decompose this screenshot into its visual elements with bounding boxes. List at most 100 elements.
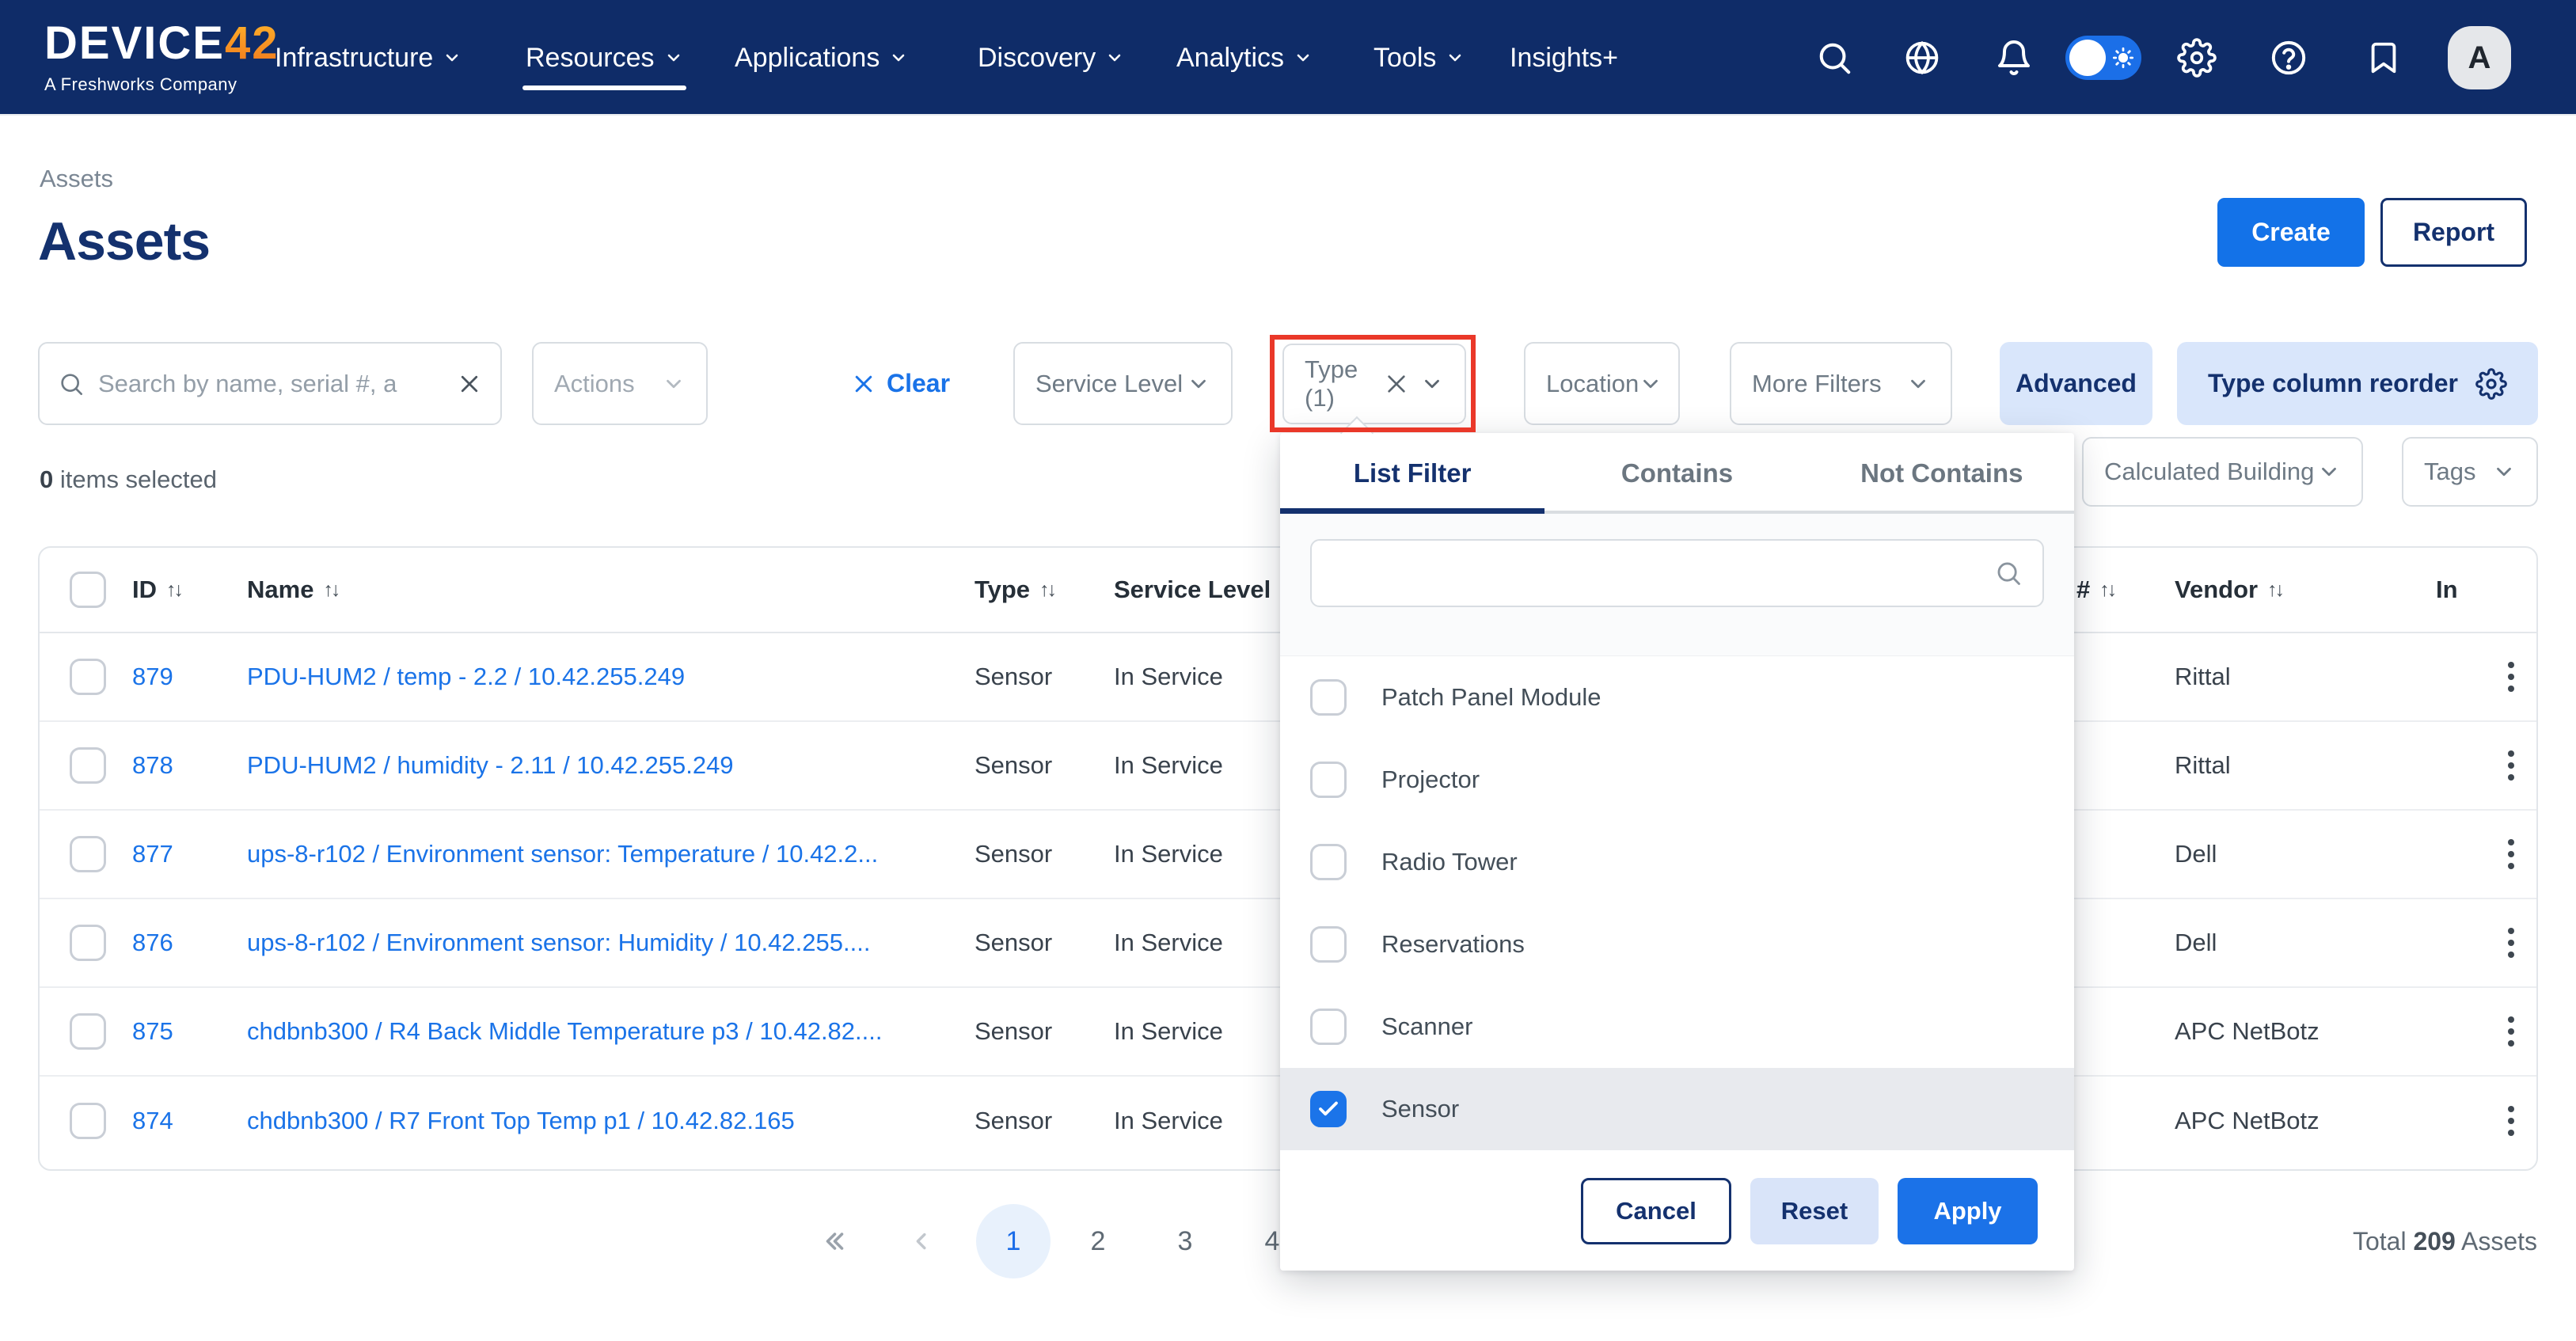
asset-name-link[interactable]: PDU-HUM2 / humidity - 2.11 / 10.42.255.2…: [247, 751, 734, 780]
advanced-button[interactable]: Advanced: [2000, 342, 2152, 425]
remove-type-filter-icon[interactable]: [1384, 371, 1409, 397]
nav-item-applications[interactable]: Applications: [735, 0, 908, 116]
row-checkbox[interactable]: [70, 811, 106, 898]
checkbox[interactable]: [1310, 1009, 1347, 1045]
tab-not-contains[interactable]: Not Contains: [1810, 433, 2074, 514]
nav-item-infrastructure[interactable]: Infrastructure: [275, 0, 462, 116]
tab-contains[interactable]: Contains: [1544, 433, 1809, 514]
asset-name-link[interactable]: PDU-HUM2 / temp - 2.2 / 10.42.255.249: [247, 663, 685, 691]
breadcrumb[interactable]: Assets: [40, 165, 113, 193]
asset-name-link[interactable]: ups-8-r102 / Environment sensor: Tempera…: [247, 840, 878, 868]
search-input[interactable]: [98, 370, 443, 398]
sort-icon[interactable]: ↑↓: [323, 579, 338, 602]
pagination-page-3[interactable]: 3: [1165, 1204, 1205, 1278]
row-checkbox[interactable]: [70, 1077, 106, 1165]
row-checkbox[interactable]: [70, 722, 106, 809]
row-actions-kebab-icon[interactable]: [2487, 1077, 2535, 1165]
type-filter[interactable]: Type (1): [1282, 344, 1466, 424]
report-button[interactable]: Report: [2380, 198, 2527, 267]
asset-id-link[interactable]: 878: [132, 751, 173, 780]
row-actions-kebab-icon[interactable]: [2487, 988, 2535, 1075]
asset-id-link[interactable]: 874: [132, 1107, 173, 1135]
bookmark-icon[interactable]: [2365, 0, 2402, 116]
checkbox[interactable]: [1310, 926, 1347, 963]
sort-icon[interactable]: ↑↓: [166, 579, 181, 602]
pagination-page-2[interactable]: 2: [1078, 1204, 1118, 1278]
row-checkbox[interactable]: [70, 899, 106, 986]
toggle-knob: [2069, 40, 2106, 76]
location-filter[interactable]: Location: [1524, 342, 1680, 425]
type-option-reservations[interactable]: Reservations: [1280, 903, 2074, 986]
column-header-id[interactable]: ID↑↓: [132, 548, 181, 632]
sort-icon[interactable]: ↑↓: [2267, 579, 2282, 602]
help-icon[interactable]: [2269, 0, 2308, 116]
actions-dropdown[interactable]: Actions: [532, 342, 708, 425]
nav-item-resources[interactable]: Resources: [526, 0, 683, 116]
asset-name-link[interactable]: ups-8-r102 / Environment sensor: Humidit…: [247, 929, 870, 957]
type-option-patch-panel-module[interactable]: Patch Panel Module: [1280, 656, 2074, 739]
nav-item-tools[interactable]: Tools: [1373, 0, 1465, 116]
asset-id-link[interactable]: 877: [132, 840, 173, 868]
type-option-projector[interactable]: Projector: [1280, 739, 2074, 821]
apply-button[interactable]: Apply: [1898, 1178, 2038, 1244]
clear-search-icon[interactable]: [458, 372, 481, 396]
nav-item-analytics[interactable]: Analytics: [1176, 0, 1313, 116]
tab-list-filter[interactable]: List Filter: [1280, 433, 1544, 514]
assets-search-field[interactable]: [38, 342, 502, 425]
sort-icon[interactable]: ↑↓: [2099, 579, 2114, 602]
type-column-reorder-button[interactable]: Type column reorder: [2177, 342, 2538, 425]
row-checkbox[interactable]: [70, 988, 106, 1075]
checkbox-checked[interactable]: [1310, 1091, 1347, 1127]
asset-id-link[interactable]: 879: [132, 663, 173, 691]
calculated-building-filter[interactable]: Calculated Building: [2082, 437, 2363, 507]
column-header-in[interactable]: In: [2436, 548, 2458, 632]
pagination-prev-icon[interactable]: [902, 1204, 942, 1278]
reset-button[interactable]: Reset: [1750, 1178, 1879, 1244]
pagination-page-1[interactable]: 1: [976, 1204, 1051, 1278]
type-search-field[interactable]: [1310, 539, 2044, 607]
x-icon: [852, 372, 876, 396]
type-option-sensor[interactable]: Sensor: [1280, 1068, 2074, 1150]
theme-toggle[interactable]: [2065, 36, 2141, 80]
pagination-first-icon[interactable]: [806, 1204, 861, 1278]
asset-name-link[interactable]: chdbnb300 / R7 Front Top Temp p1 / 10.42…: [247, 1107, 795, 1135]
row-actions-kebab-icon[interactable]: [2487, 811, 2535, 898]
tags-filter[interactable]: Tags: [2402, 437, 2538, 507]
checkbox[interactable]: [1310, 679, 1347, 716]
asset-name-link[interactable]: chdbnb300 / R4 Back Middle Temperature p…: [247, 1017, 883, 1046]
row-actions-kebab-icon[interactable]: [2487, 899, 2535, 986]
more-filters-dropdown[interactable]: More Filters: [1730, 342, 1952, 425]
cancel-button[interactable]: Cancel: [1581, 1178, 1731, 1244]
column-header-type[interactable]: Type↑↓: [975, 548, 1054, 632]
create-button[interactable]: Create: [2217, 198, 2365, 267]
globe-icon[interactable]: [1903, 0, 1941, 116]
settings-gear-icon[interactable]: [2177, 0, 2217, 116]
column-header-service-level[interactable]: Service Level: [1114, 548, 1271, 632]
nav-item-discovery[interactable]: Discovery: [978, 0, 1124, 116]
row-actions-kebab-icon[interactable]: [2487, 633, 2535, 720]
type-search-input[interactable]: [1332, 560, 1982, 587]
row-checkbox[interactable]: [70, 633, 106, 720]
service-level-filter[interactable]: Service Level: [1013, 342, 1233, 425]
sun-icon: [2112, 47, 2134, 69]
type-option-radio-tower[interactable]: Radio Tower: [1280, 821, 2074, 903]
column-header-hash[interactable]: #↑↓: [2076, 548, 2114, 632]
type-option-scanner[interactable]: Scanner: [1280, 986, 2074, 1068]
notifications-bell-icon[interactable]: [1995, 0, 2033, 116]
asset-vendor: Dell: [2175, 899, 2217, 986]
device42-logo[interactable]: DEVICE42 A Freshworks Company: [44, 21, 279, 95]
nav-item-insights-plus[interactable]: Insights+: [1510, 0, 1618, 116]
column-header-name[interactable]: Name↑↓: [247, 548, 338, 632]
asset-id-link[interactable]: 875: [132, 1017, 173, 1046]
select-all-checkbox[interactable]: [70, 548, 106, 632]
row-actions-kebab-icon[interactable]: [2487, 722, 2535, 809]
clear-filters-button[interactable]: Clear: [852, 342, 950, 425]
checkbox[interactable]: [1310, 844, 1347, 880]
asset-vendor: Rittal: [2175, 722, 2231, 809]
column-header-vendor[interactable]: Vendor↑↓: [2175, 548, 2282, 632]
checkbox[interactable]: [1310, 762, 1347, 798]
sort-icon[interactable]: ↑↓: [1039, 579, 1054, 602]
asset-id-link[interactable]: 876: [132, 929, 173, 957]
user-avatar[interactable]: A: [2448, 26, 2511, 89]
search-icon[interactable]: [1816, 0, 1852, 116]
